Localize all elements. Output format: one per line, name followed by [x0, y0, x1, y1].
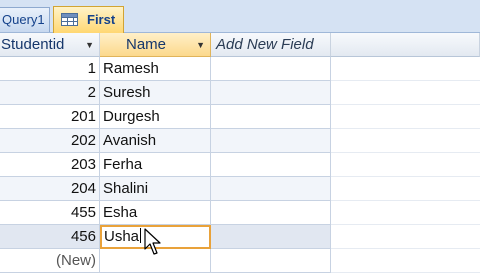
table-row[interactable]: 201 Durgesh: [0, 105, 480, 129]
column-header-name-label: Name: [126, 36, 167, 53]
cell-name[interactable]: Shalini: [100, 177, 211, 201]
cell-name[interactable]: Esha: [100, 201, 211, 225]
cell-add-new-field[interactable]: [211, 249, 331, 273]
tab-query1-label: Query1: [2, 12, 45, 27]
cell-add-new-field[interactable]: [211, 201, 331, 225]
column-header-studentid[interactable]: Studentid ▼: [0, 33, 100, 57]
column-header-add-new-field-label: Add New Field: [216, 36, 314, 53]
table-row-current[interactable]: 456 Usha: [0, 225, 480, 249]
tab-first[interactable]: First: [53, 6, 124, 33]
table-row-new[interactable]: (New): [0, 249, 480, 273]
cell-add-new-field[interactable]: [211, 225, 331, 249]
cell-add-new-field[interactable]: [211, 105, 331, 129]
cell-add-new-field[interactable]: [211, 129, 331, 153]
table-row[interactable]: 202 Avanish: [0, 129, 480, 153]
dropdown-arrow-icon[interactable]: ▼: [85, 33, 94, 57]
mouse-pointer-icon: [144, 228, 161, 255]
cell-empty: [331, 225, 480, 249]
cell-empty: [331, 129, 480, 153]
text-caret: [140, 228, 142, 243]
cell-name[interactable]: Ramesh: [100, 57, 211, 81]
cell-studentid[interactable]: 1: [0, 57, 100, 81]
column-header-name[interactable]: Name ▼: [100, 33, 211, 57]
table-row[interactable]: 2 Suresh: [0, 81, 480, 105]
cell-add-new-field[interactable]: [211, 153, 331, 177]
cell-studentid[interactable]: 456: [0, 225, 100, 249]
cell-studentid[interactable]: 2: [0, 81, 100, 105]
cell-studentid[interactable]: 203: [0, 153, 100, 177]
cell-studentid[interactable]: 455: [0, 201, 100, 225]
table-row[interactable]: 204 Shalini: [0, 177, 480, 201]
cell-studentid[interactable]: 201: [0, 105, 100, 129]
cell-name[interactable]: Ferha: [100, 153, 211, 177]
table-row[interactable]: 1 Ramesh: [0, 57, 480, 81]
cell-name-text: Usha: [104, 228, 140, 245]
cell-studentid[interactable]: 204: [0, 177, 100, 201]
table-row[interactable]: 455 Esha: [0, 201, 480, 225]
cell-empty: [331, 81, 480, 105]
cell-empty: [331, 201, 480, 225]
cell-add-new-field[interactable]: [211, 57, 331, 81]
cell-studentid[interactable]: 202: [0, 129, 100, 153]
cell-name[interactable]: Suresh: [100, 81, 211, 105]
cell-new-record[interactable]: (New): [0, 249, 100, 273]
tab-query1[interactable]: Query1: [0, 7, 50, 32]
datasheet-grid: Studentid ▼ Name ▼ Add New Field 1 Rames…: [0, 33, 480, 273]
column-header-empty: [331, 33, 480, 57]
cell-add-new-field[interactable]: [211, 81, 331, 105]
cell-add-new-field[interactable]: [211, 177, 331, 201]
cell-name[interactable]: Avanish: [100, 129, 211, 153]
table-row[interactable]: 203 Ferha: [0, 153, 480, 177]
cell-empty: [331, 57, 480, 81]
document-tab-strip: Query1 First: [0, 0, 480, 33]
dropdown-arrow-icon[interactable]: ▼: [196, 33, 205, 57]
cell-empty: [331, 153, 480, 177]
cell-empty: [331, 105, 480, 129]
column-header-studentid-label: Studentid: [1, 36, 65, 53]
column-header-add-new-field[interactable]: Add New Field: [211, 33, 331, 57]
cell-name[interactable]: Durgesh: [100, 105, 211, 129]
table-icon: [61, 13, 78, 26]
cell-empty: [331, 177, 480, 201]
tab-first-label: First: [87, 12, 116, 27]
cell-empty: [331, 249, 480, 273]
